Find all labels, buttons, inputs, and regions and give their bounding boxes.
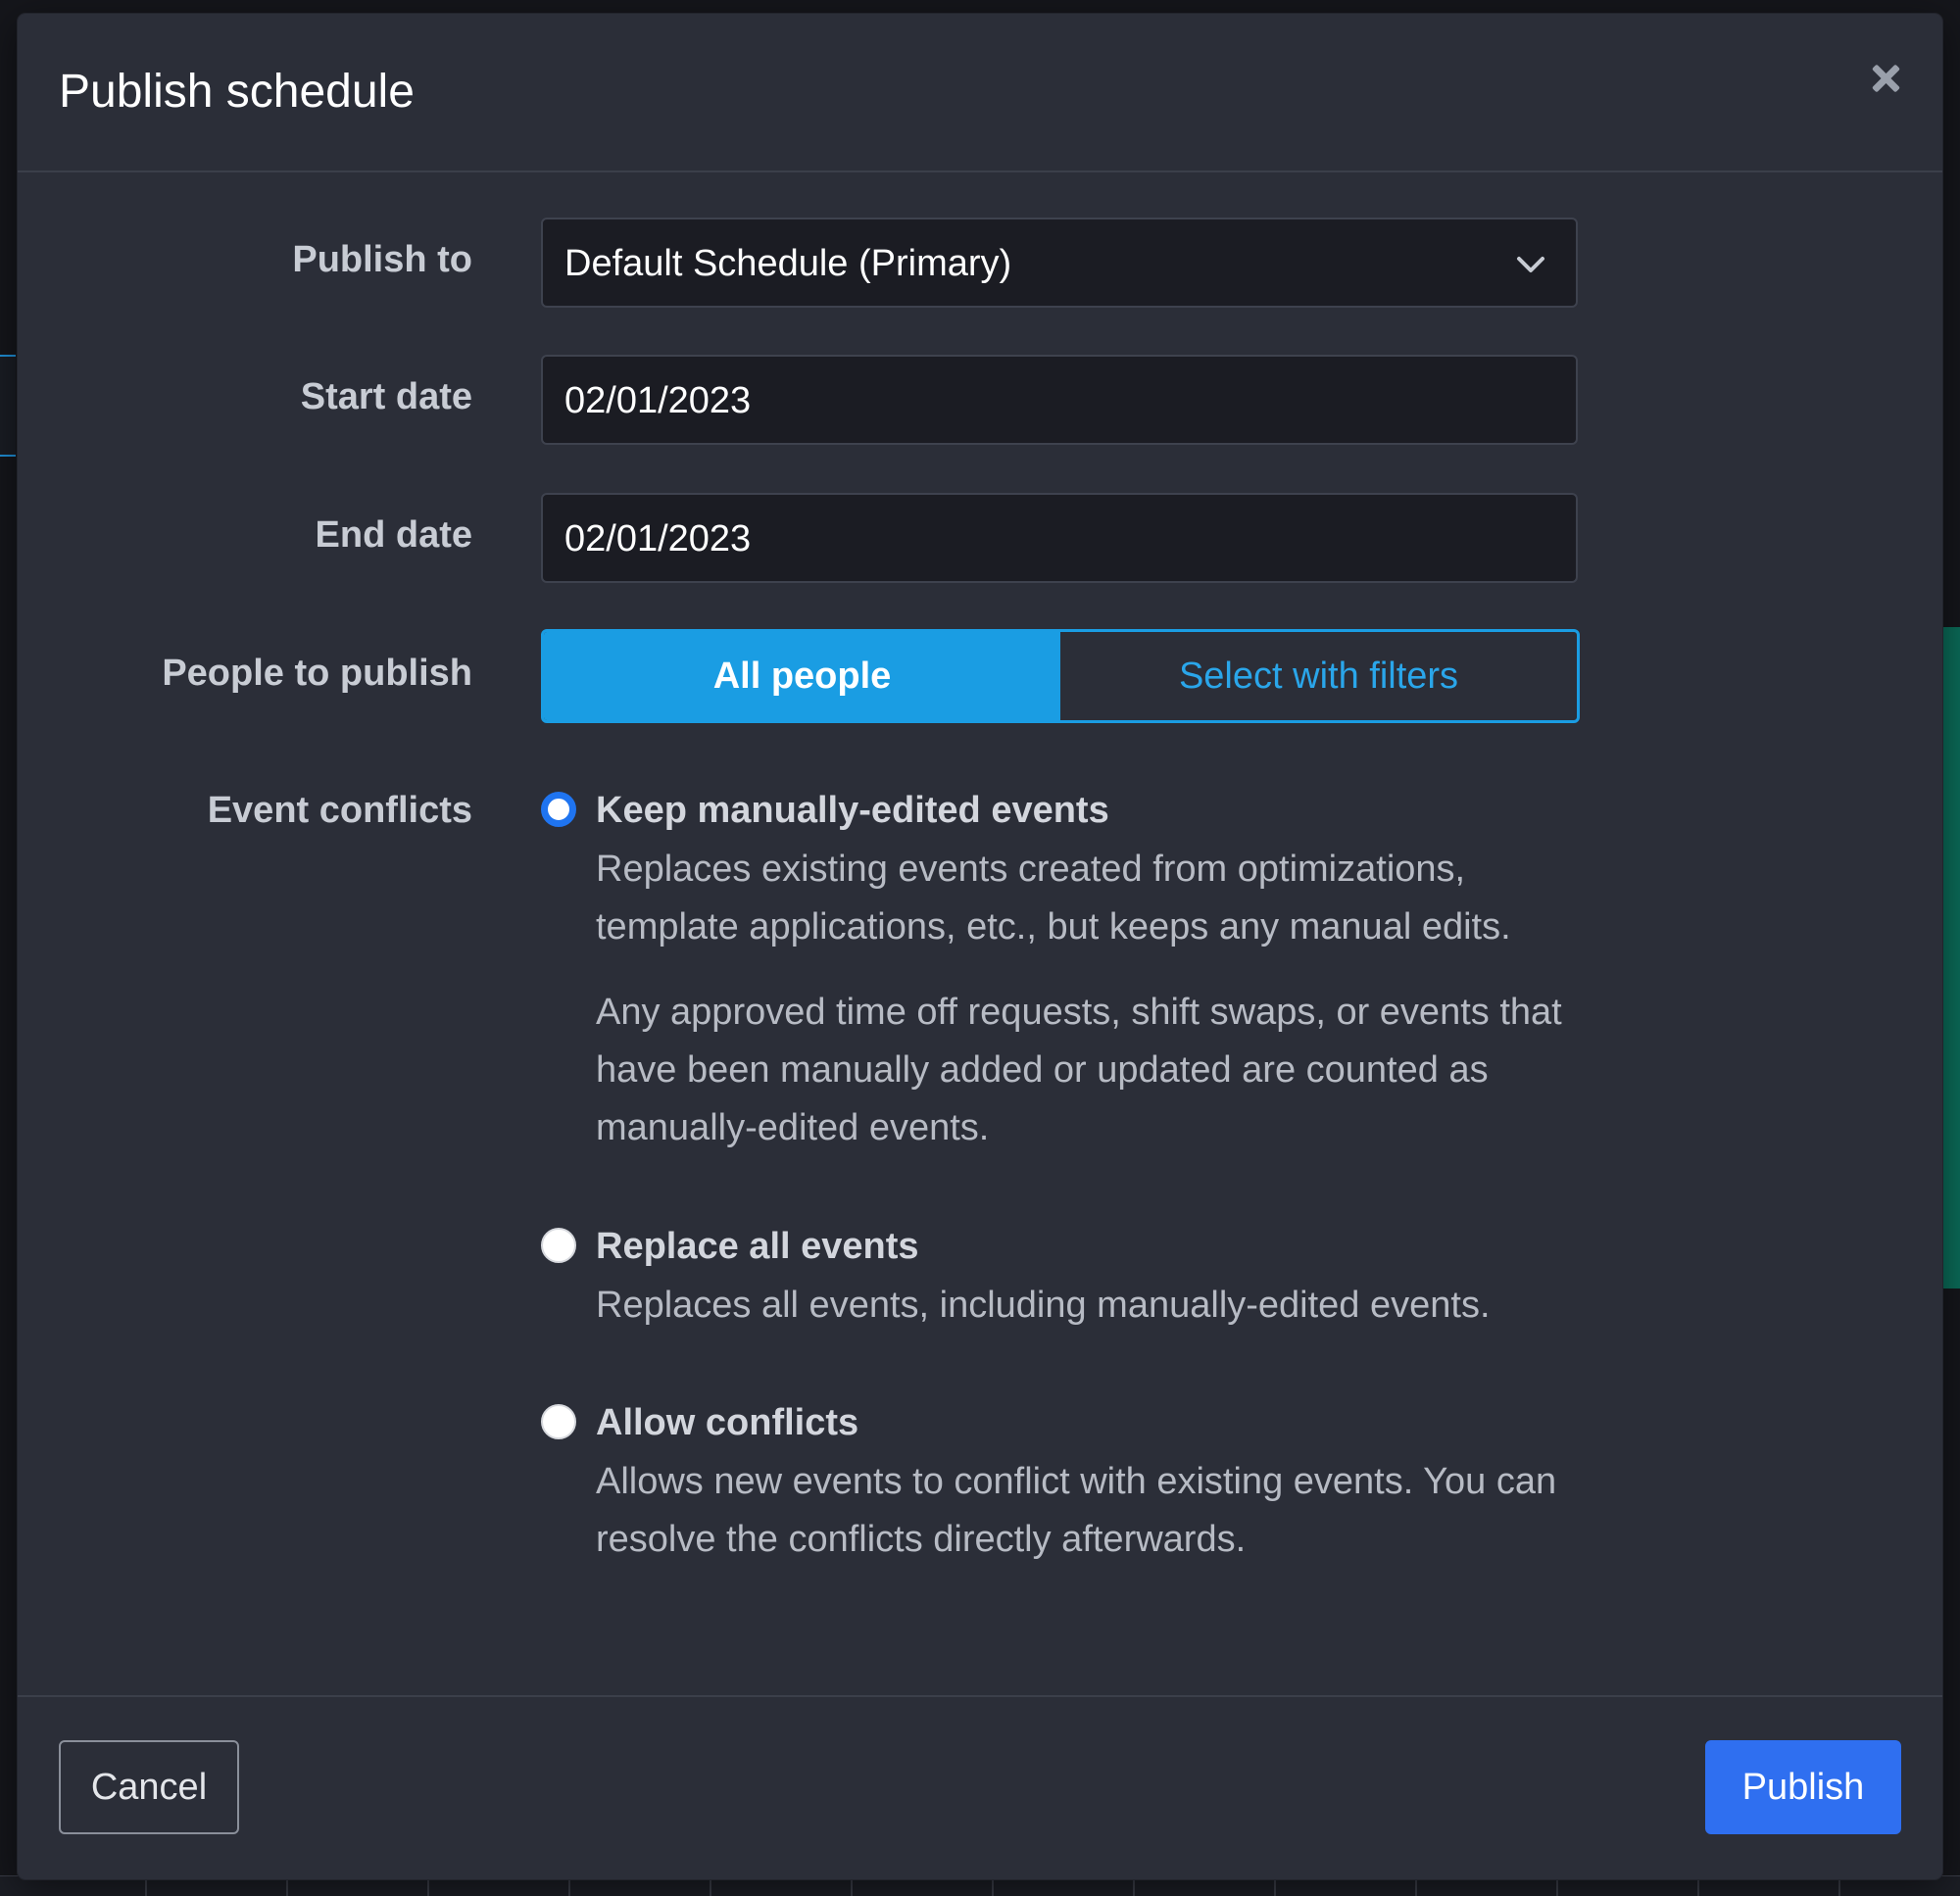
allow-conflicts-title: Allow conflicts [596,1402,859,1443]
people-to-publish-label: People to publish [162,653,472,694]
chevron-down-icon [1517,257,1544,272]
publish-to-value: Default Schedule (Primary) [564,243,1012,284]
timeline-tick [710,1876,711,1896]
cancel-button[interactable]: Cancel [59,1740,239,1834]
allow-conflicts-description: Allows new events to conflict with exist… [596,1461,1557,1560]
end-date-value: 02/01/2023 [564,518,752,559]
allow-conflicts-radio[interactable] [541,1404,576,1439]
timeline-tick [992,1876,994,1896]
replace-all-title: Replace all events [596,1226,919,1267]
timeline-tick [851,1876,853,1896]
timeline-tick [1133,1876,1135,1896]
timeline-tick [286,1876,288,1896]
start-date-label: Start date [300,376,472,417]
keep-manually-edited-note: Any approved time off requests, shift sw… [596,992,1562,1148]
end-date-label: End date [315,514,472,556]
publish-schedule-dialog: Publish schedule Publish to Default Sche… [18,14,1942,1879]
background-event-block [1942,627,1960,1288]
replace-all-description: Replaces all events, including manually-… [596,1285,1491,1326]
dialog-title: Publish schedule [59,66,415,118]
timeline-tick [1838,1876,1840,1896]
timeline-tick [1415,1876,1417,1896]
timeline-tick [1274,1876,1276,1896]
dialog-header: Publish schedule [18,14,1942,172]
end-date-input[interactable]: 02/01/2023 [541,493,1578,583]
close-icon[interactable] [1866,59,1905,98]
event-conflicts-label: Event conflicts [207,790,472,831]
publish-to-label: Publish to [292,239,472,280]
people-to-publish-toggle: All people Select with filters [541,629,1580,723]
keep-manually-edited-radio[interactable] [541,792,576,827]
timeline-tick [1697,1876,1699,1896]
replace-all-radio[interactable] [541,1228,576,1263]
timeline-tick [1556,1876,1558,1896]
background-panel-tab [0,355,16,457]
publish-to-select[interactable]: Default Schedule (Primary) [541,218,1578,308]
start-date-value: 02/01/2023 [564,380,752,421]
timeline-tick [568,1876,570,1896]
publish-button[interactable]: Publish [1705,1740,1901,1834]
all-people-option[interactable]: All people [544,632,1060,720]
start-date-input[interactable]: 02/01/2023 [541,355,1578,445]
timeline-tick [427,1876,429,1896]
keep-manually-edited-title: Keep manually-edited events [596,790,1109,831]
timeline-tick [145,1876,147,1896]
keep-manually-edited-description: Replaces existing events created from op… [596,849,1511,948]
dialog-footer: Cancel Publish [18,1695,1942,1879]
select-with-filters-option[interactable]: Select with filters [1060,632,1577,720]
